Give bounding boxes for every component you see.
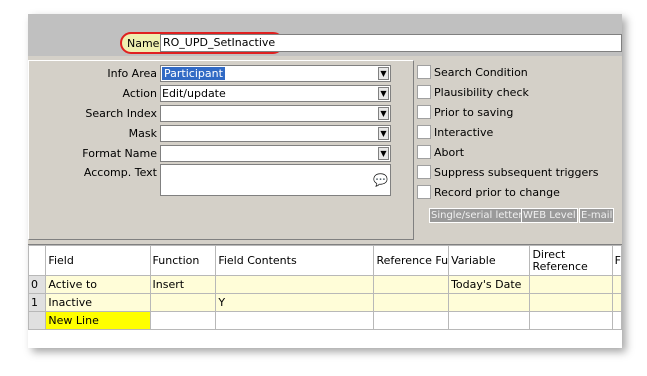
chevron-down-icon[interactable]: ▼ xyxy=(378,67,389,80)
checkbox-label: Suppress subsequent triggers xyxy=(434,166,599,179)
header-field[interactable]: Field xyxy=(45,245,151,276)
header-variable[interactable]: Variable xyxy=(448,245,531,276)
info-area-combo[interactable]: Participant ▼ xyxy=(160,65,391,82)
empty-cell xyxy=(215,311,375,330)
checkbox-box[interactable] xyxy=(417,125,431,139)
empty-cell xyxy=(373,311,450,330)
search-index-label: Search Index xyxy=(85,107,157,120)
cell-reference-function[interactable] xyxy=(373,293,450,312)
info-area-value: Participant xyxy=(162,67,225,80)
checkbox-box[interactable] xyxy=(417,145,431,159)
new-line-row[interactable]: New Line xyxy=(28,311,622,330)
name-row: Name RO_UPD_SetInactive xyxy=(28,30,622,56)
format-name-label: Format Name xyxy=(82,147,157,160)
chevron-down-icon[interactable]: ▼ xyxy=(378,87,389,100)
cell-field[interactable]: Active to xyxy=(45,275,151,294)
trigger-editor-window: Name RO_UPD_SetInactive Info Area Partic… xyxy=(28,14,622,348)
action-value: Edit/update xyxy=(162,87,226,100)
cell-direct-reference[interactable] xyxy=(529,293,613,312)
row-number: 1 xyxy=(28,293,47,312)
chevron-down-icon[interactable]: ▼ xyxy=(378,127,389,140)
header-field-contents[interactable]: Field Contents xyxy=(215,245,375,276)
empty-cell xyxy=(448,311,531,330)
info-area-label: Info Area xyxy=(107,67,157,80)
text-edit-icon[interactable]: 💬 xyxy=(373,173,388,187)
action-combo[interactable]: Edit/update ▼ xyxy=(160,85,391,102)
cell-field[interactable]: Inactive xyxy=(45,293,151,312)
cell-reference-function[interactable] xyxy=(373,275,450,294)
web-level-button[interactable]: WEB Level xyxy=(521,208,578,223)
action-label: Action xyxy=(122,87,157,100)
cell-function[interactable]: Insert xyxy=(149,275,217,294)
checkbox-box[interactable] xyxy=(417,105,431,119)
checkbox-label: Abort xyxy=(434,146,465,159)
checkbox-box[interactable] xyxy=(417,65,431,79)
empty-cell xyxy=(149,311,217,330)
header-rownum xyxy=(28,245,47,276)
mask-combo[interactable]: ▼ xyxy=(160,125,391,142)
single-serial-letter-button[interactable]: Single/serial letter xyxy=(429,208,525,223)
accomp-text-label: Accomp. Text xyxy=(83,166,157,179)
table-header-row: Field Function Field Contents Reference … xyxy=(28,245,622,276)
mask-label: Mask xyxy=(128,127,157,140)
chevron-down-icon[interactable]: ▼ xyxy=(378,107,389,120)
empty-cell xyxy=(529,311,613,330)
search-index-combo[interactable]: ▼ xyxy=(160,105,391,122)
checkbox-box[interactable] xyxy=(417,85,431,99)
checkbox-box[interactable] xyxy=(417,165,431,179)
header-function[interactable]: Function xyxy=(149,245,217,276)
checkbox-box[interactable] xyxy=(417,185,431,199)
cell-variable[interactable]: Today's Date xyxy=(448,275,531,294)
checkbox-label: Interactive xyxy=(434,126,494,139)
row-number xyxy=(28,311,47,330)
format-name-combo[interactable]: ▼ xyxy=(160,145,391,162)
cell-extra[interactable] xyxy=(611,275,622,294)
checkbox-label: Record prior to change xyxy=(434,186,560,199)
table-row[interactable]: 0 Active to Insert Today's Date xyxy=(28,275,622,294)
accomp-text-field[interactable]: 💬 xyxy=(160,164,391,196)
new-line-cell[interactable]: New Line xyxy=(45,311,151,330)
header-extra[interactable]: F xyxy=(611,245,622,276)
header-direct-reference[interactable]: Direct Reference xyxy=(529,245,613,276)
table-row[interactable]: 1 Inactive Y xyxy=(28,293,622,312)
row-number: 0 xyxy=(28,275,47,294)
checkbox-label: Search Condition xyxy=(434,66,528,79)
top-strip xyxy=(28,14,622,30)
email-button[interactable]: E-mail xyxy=(579,208,615,223)
cell-direct-reference[interactable] xyxy=(529,275,613,294)
chevron-down-icon[interactable]: ▼ xyxy=(378,147,389,160)
cell-variable[interactable] xyxy=(448,293,531,312)
cell-extra[interactable] xyxy=(611,293,622,312)
name-label: Name xyxy=(127,37,160,50)
cell-function[interactable] xyxy=(149,293,217,312)
header-reference-function[interactable]: Reference Fu xyxy=(373,245,450,276)
name-field[interactable]: RO_UPD_SetInactive xyxy=(160,34,622,52)
checkbox-label: Plausibility check xyxy=(434,86,529,99)
cell-field-contents[interactable]: Y xyxy=(215,293,375,312)
properties-panel: Info Area Participant ▼ Action Edit/upda… xyxy=(28,60,414,240)
empty-cell xyxy=(611,311,622,330)
checkbox-label: Prior to saving xyxy=(434,106,514,119)
cell-field-contents[interactable] xyxy=(215,275,375,294)
field-table: Field Function Field Contents Reference … xyxy=(28,245,622,330)
field-grid: Field Function Field Contents Reference … xyxy=(28,244,622,348)
